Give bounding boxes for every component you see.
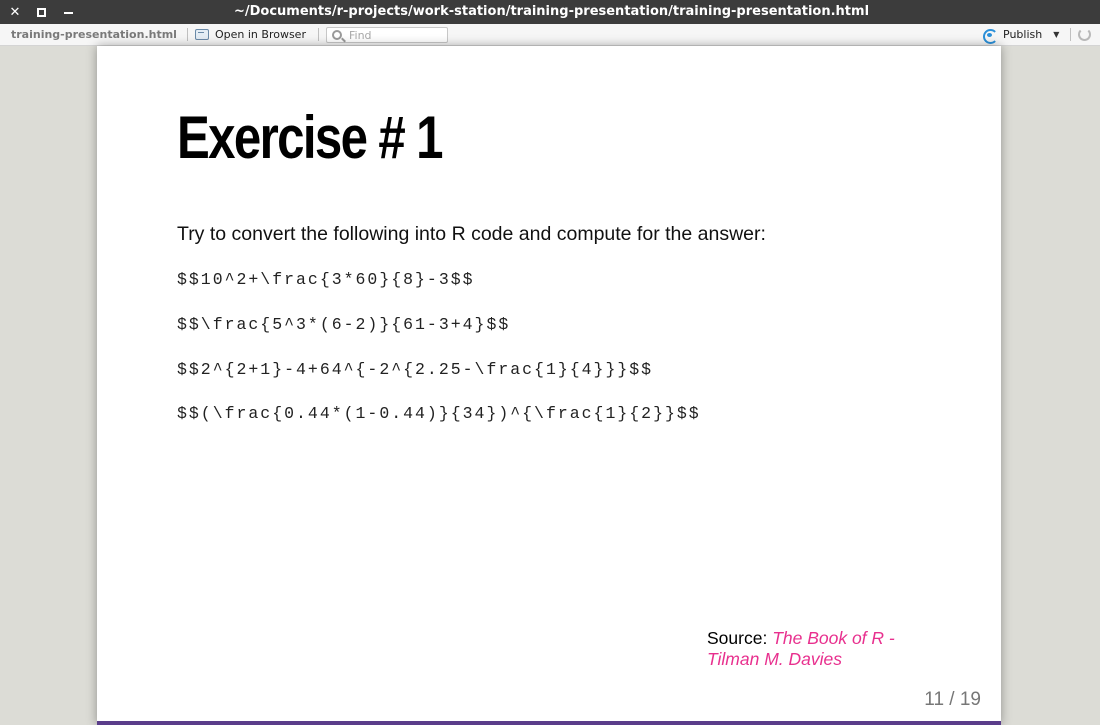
toolbar-divider	[318, 28, 319, 41]
window-title: ~/Documents/r-projects/work-station/trai…	[233, 4, 870, 19]
viewer-toolbar: training-presentation.html Open in Brows…	[0, 24, 1100, 46]
search-icon	[332, 30, 342, 40]
toolbar-divider	[1070, 28, 1071, 41]
slide-title: Exercise # 1	[177, 104, 443, 171]
formula-line: $$\frac{5^3*(6-2)}{61-3+4}$$	[177, 315, 511, 334]
formula-line: $$2^{2+1}-4+64^{-2^{2.25-\frac{1}{4}}}$$	[177, 360, 654, 379]
find-input[interactable]: Find	[326, 27, 448, 43]
slide-progress-bar	[97, 721, 1001, 725]
slide-page-number: 11 / 19	[924, 689, 981, 710]
find-placeholder: Find	[349, 28, 372, 42]
presentation-slide: Exercise # 1 Try to convert the followin…	[97, 46, 1001, 725]
publish-label: Publish	[1003, 28, 1043, 41]
toolbar-divider	[187, 28, 188, 41]
open-in-browser-button[interactable]: Open in Browser	[195, 24, 306, 45]
chevron-down-icon[interactable]: ▼	[1053, 30, 1059, 39]
publish-button[interactable]: Publish ▼	[983, 24, 1059, 45]
window-titlebar: ✕ ~/Documents/r-projects/work-station/tr…	[0, 0, 1100, 24]
slide-intro-text: Try to convert the following into R code…	[177, 223, 766, 245]
refresh-icon[interactable]	[1078, 28, 1091, 41]
source-citation: Source: The Book of R - Tilman M. Davies	[707, 628, 927, 670]
source-label: Source:	[707, 628, 768, 648]
publish-icon	[983, 28, 998, 44]
file-name-label: training-presentation.html	[11, 28, 177, 41]
browser-icon	[195, 29, 209, 40]
open-in-browser-label: Open in Browser	[215, 28, 306, 41]
formula-line: $$10^2+\frac{3*60}{8}-3$$	[177, 270, 475, 289]
formula-line: $$(\frac{0.44*(1-0.44)}{34})^{\frac{1}{2…	[177, 404, 701, 423]
